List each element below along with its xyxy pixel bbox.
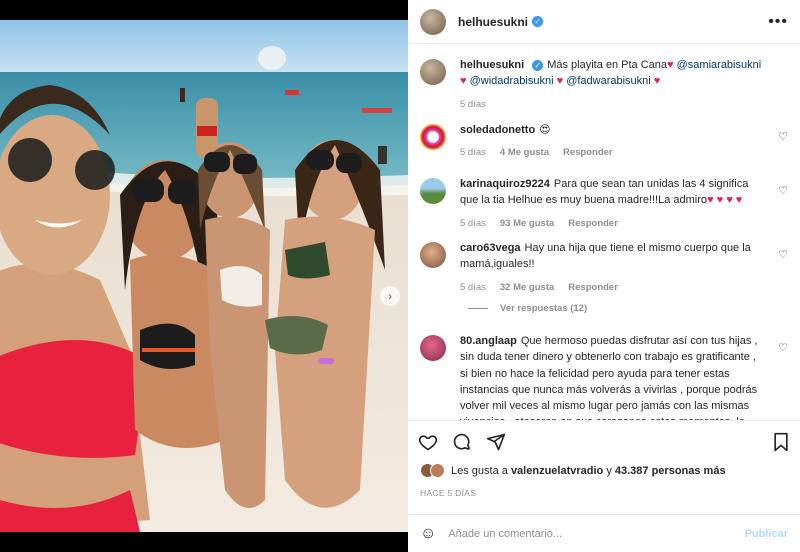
more-options-icon[interactable]: ••• [768,13,788,31]
comment-username[interactable]: soledadonetto [460,124,535,136]
post-actions-bar [408,420,800,462]
reply-button[interactable]: Responder [568,216,618,232]
verified-badge-icon: ✓ [532,16,544,27]
comment-item: soledadonetto 😍 5 días 4 Me gusta Respond… [420,122,788,162]
comment-text: 😍 [539,124,551,136]
caption-avatar[interactable] [420,59,446,85]
beach-photo [0,20,408,532]
caption: helhuesukni ✓ Más playita en Pta Cana♥ @sa… [420,57,788,113]
comment-avatar[interactable] [420,335,446,361]
comment-input[interactable] [448,527,745,540]
author-avatar[interactable] [420,8,446,35]
comment-likes[interactable]: 32 Me gusta [500,280,554,296]
post-header: helhuesukni ✓ ••• [408,0,800,44]
comment-item: karinaquiroz9224 Para que sean tan unidas… [420,176,788,232]
likes-middle: y [606,464,612,477]
comment-avatar[interactable] [420,178,446,204]
post-timestamp[interactable]: HACE 5 DÍAS [420,488,476,498]
comment-username[interactable]: caro63vega [460,242,521,254]
comment-username[interactable]: 80.anglaap [460,335,517,347]
comment-bubble-icon[interactable] [452,432,472,452]
share-paper-plane-icon[interactable] [486,432,506,452]
comments-list[interactable]: helhuesukni ✓ Más playita en Pta Cana♥ @sa… [408,45,800,420]
caption-text: Más playita en Pta Cana [547,59,668,71]
comment-likes[interactable]: 93 Me gusta [500,216,554,232]
post-details-panel: helhuesukni ✓ ••• helhuesukni ✓ Más playit… [408,0,800,552]
comment-likes[interactable]: 4 Me gusta [500,145,549,161]
heart-emoji-icon: ♥ [667,59,674,71]
bookmark-icon[interactable] [772,432,790,452]
like-comment-heart-icon[interactable]: ♡ [778,130,788,143]
comment-username[interactable]: karinaquiroz9224 [460,178,550,190]
next-photo-button[interactable]: › [380,286,400,306]
comment-time: 5 días [460,281,486,293]
comment-time: 5 días [460,147,486,159]
mention-link[interactable]: @widadrabisukni [470,75,554,87]
likes-count[interactable]: 43.387 personas más [615,465,726,477]
like-comment-heart-icon[interactable]: ♡ [778,184,788,197]
comment-item: caro63vega Hay una hija que tiene el mism… [420,240,788,296]
emoji-picker-icon[interactable]: ☺ [420,525,436,543]
liker-avatar [430,463,445,478]
publish-button[interactable]: Publicar [745,528,788,540]
comment-text: Que hermoso puedas disfrutar así con tus… [460,335,758,420]
comment-item: 80.anglaap Que hermoso puedas disfrutar a… [420,333,788,420]
reply-button[interactable]: Responder [568,280,618,296]
comment-avatar[interactable] [420,242,446,268]
likes-prefix: Les gusta a [451,464,508,477]
comment-avatar[interactable] [420,124,446,150]
heart-emoji-icon: ♥ [460,75,467,88]
heart-emoji-icon: ♥ ♥ ♥ ♥ [707,194,743,207]
liker-avatars [420,463,445,478]
heart-emoji-icon: ♥ [653,75,661,88]
author-username[interactable]: helhuesukni [458,15,528,29]
post-photo[interactable]: › [0,20,408,532]
reply-button[interactable]: Responder [563,145,613,161]
liker-username[interactable]: valenzuelatvradio [511,465,603,477]
caption-username[interactable]: helhuesukni [460,59,524,71]
caption-time: 5 días [460,98,486,110]
comment-time: 5 días [460,217,486,229]
heart-emoji-icon: ♥ [556,75,564,88]
view-replies-label: Ver respuestas (12) [500,303,588,314]
like-comment-heart-icon[interactable]: ♡ [778,341,788,354]
like-comment-heart-icon[interactable]: ♡ [778,248,788,261]
replies-divider [468,308,488,309]
mention-link[interactable]: @fadwarabisukni [566,75,651,87]
likes-summary[interactable]: Les gusta a valenzuelatvradio y 43.387 p… [420,463,726,478]
view-replies-button[interactable]: Ver respuestas (12) [468,303,587,314]
verified-badge-icon: ✓ [532,60,544,71]
post-modal: › helhuesukni ✓ ••• helhuesukni ✓ Más pl… [0,0,800,552]
mention-link[interactable]: @samiarabisukni [677,59,762,71]
add-comment-bar: ☺ Publicar [408,514,800,552]
like-heart-icon[interactable] [418,432,438,452]
